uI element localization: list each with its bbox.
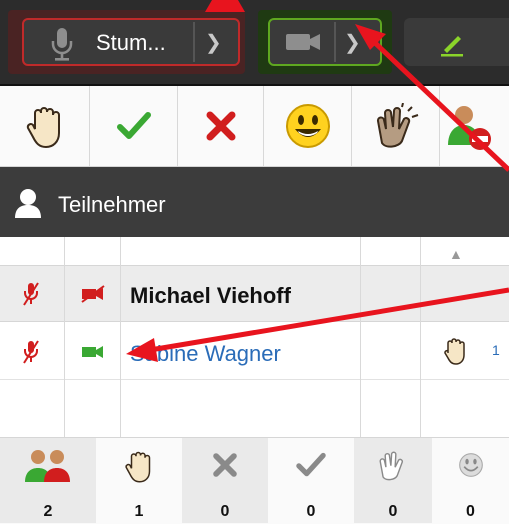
camera-icon bbox=[286, 34, 320, 50]
leave-user-icon bbox=[448, 106, 491, 150]
raise-hand-icon bbox=[26, 107, 60, 149]
stat-applause[interactable]: 0 bbox=[354, 438, 432, 523]
stat-value: 1 bbox=[134, 503, 144, 520]
stat-value: 2 bbox=[43, 503, 53, 520]
camera-divider bbox=[334, 22, 336, 62]
disagree-button[interactable] bbox=[178, 86, 264, 166]
chevron-down-icon[interactable]: ❯ bbox=[205, 30, 222, 55]
agree-button[interactable] bbox=[90, 86, 178, 166]
stat-value: 0 bbox=[306, 503, 316, 520]
mic-muted-icon[interactable] bbox=[22, 339, 40, 365]
participant-name[interactable]: Sabine Wagner bbox=[130, 341, 281, 367]
applause-button[interactable] bbox=[352, 86, 440, 166]
cross-icon bbox=[206, 111, 235, 141]
stat-value: 0 bbox=[220, 503, 230, 520]
column-divider bbox=[420, 237, 421, 437]
column-divider bbox=[64, 237, 65, 437]
smile-button[interactable] bbox=[264, 86, 352, 166]
raise-hand-button[interactable] bbox=[0, 86, 90, 166]
camera-off-icon[interactable] bbox=[80, 285, 106, 303]
participants-icon bbox=[25, 450, 70, 482]
smiley-icon bbox=[458, 453, 483, 477]
chevron-down-icon[interactable]: ❯ bbox=[344, 30, 361, 55]
microphone-icon bbox=[51, 28, 73, 61]
sort-ascending-icon[interactable]: ▲ bbox=[449, 246, 463, 262]
stat-disagree[interactable]: 0 bbox=[182, 438, 268, 523]
column-divider bbox=[120, 237, 121, 437]
camera-on-icon[interactable] bbox=[80, 344, 106, 360]
applause-icon bbox=[379, 451, 403, 481]
stat-value: 0 bbox=[388, 503, 398, 520]
mic-muted-icon[interactable] bbox=[22, 281, 40, 307]
cross-icon bbox=[213, 453, 237, 477]
user-icon bbox=[15, 189, 41, 218]
stat-participants[interactable]: 2 bbox=[0, 438, 96, 523]
stat-smile[interactable]: 0 bbox=[432, 438, 509, 523]
participant-name[interactable]: Michael Viehoff bbox=[130, 283, 291, 309]
stat-agree[interactable]: 0 bbox=[268, 438, 354, 523]
stat-value: 0 bbox=[466, 503, 475, 520]
mic-status-label: Stum... bbox=[96, 30, 166, 55]
participants-title: Teilnehmer bbox=[58, 192, 166, 217]
stat-hands[interactable]: 1 bbox=[96, 438, 182, 523]
raise-hand-icon bbox=[444, 338, 465, 365]
raise-hand-icon bbox=[125, 451, 151, 483]
checkmark-icon bbox=[296, 452, 326, 477]
applause-icon bbox=[376, 103, 418, 148]
checkmark-icon bbox=[116, 112, 151, 139]
smiley-icon bbox=[285, 104, 330, 148]
table-row-empty bbox=[0, 380, 509, 437]
pen-icon bbox=[441, 36, 463, 57]
leave-button[interactable] bbox=[440, 86, 509, 166]
column-divider bbox=[360, 237, 361, 437]
mic-divider bbox=[193, 22, 195, 62]
hand-count: 1 bbox=[492, 342, 500, 358]
